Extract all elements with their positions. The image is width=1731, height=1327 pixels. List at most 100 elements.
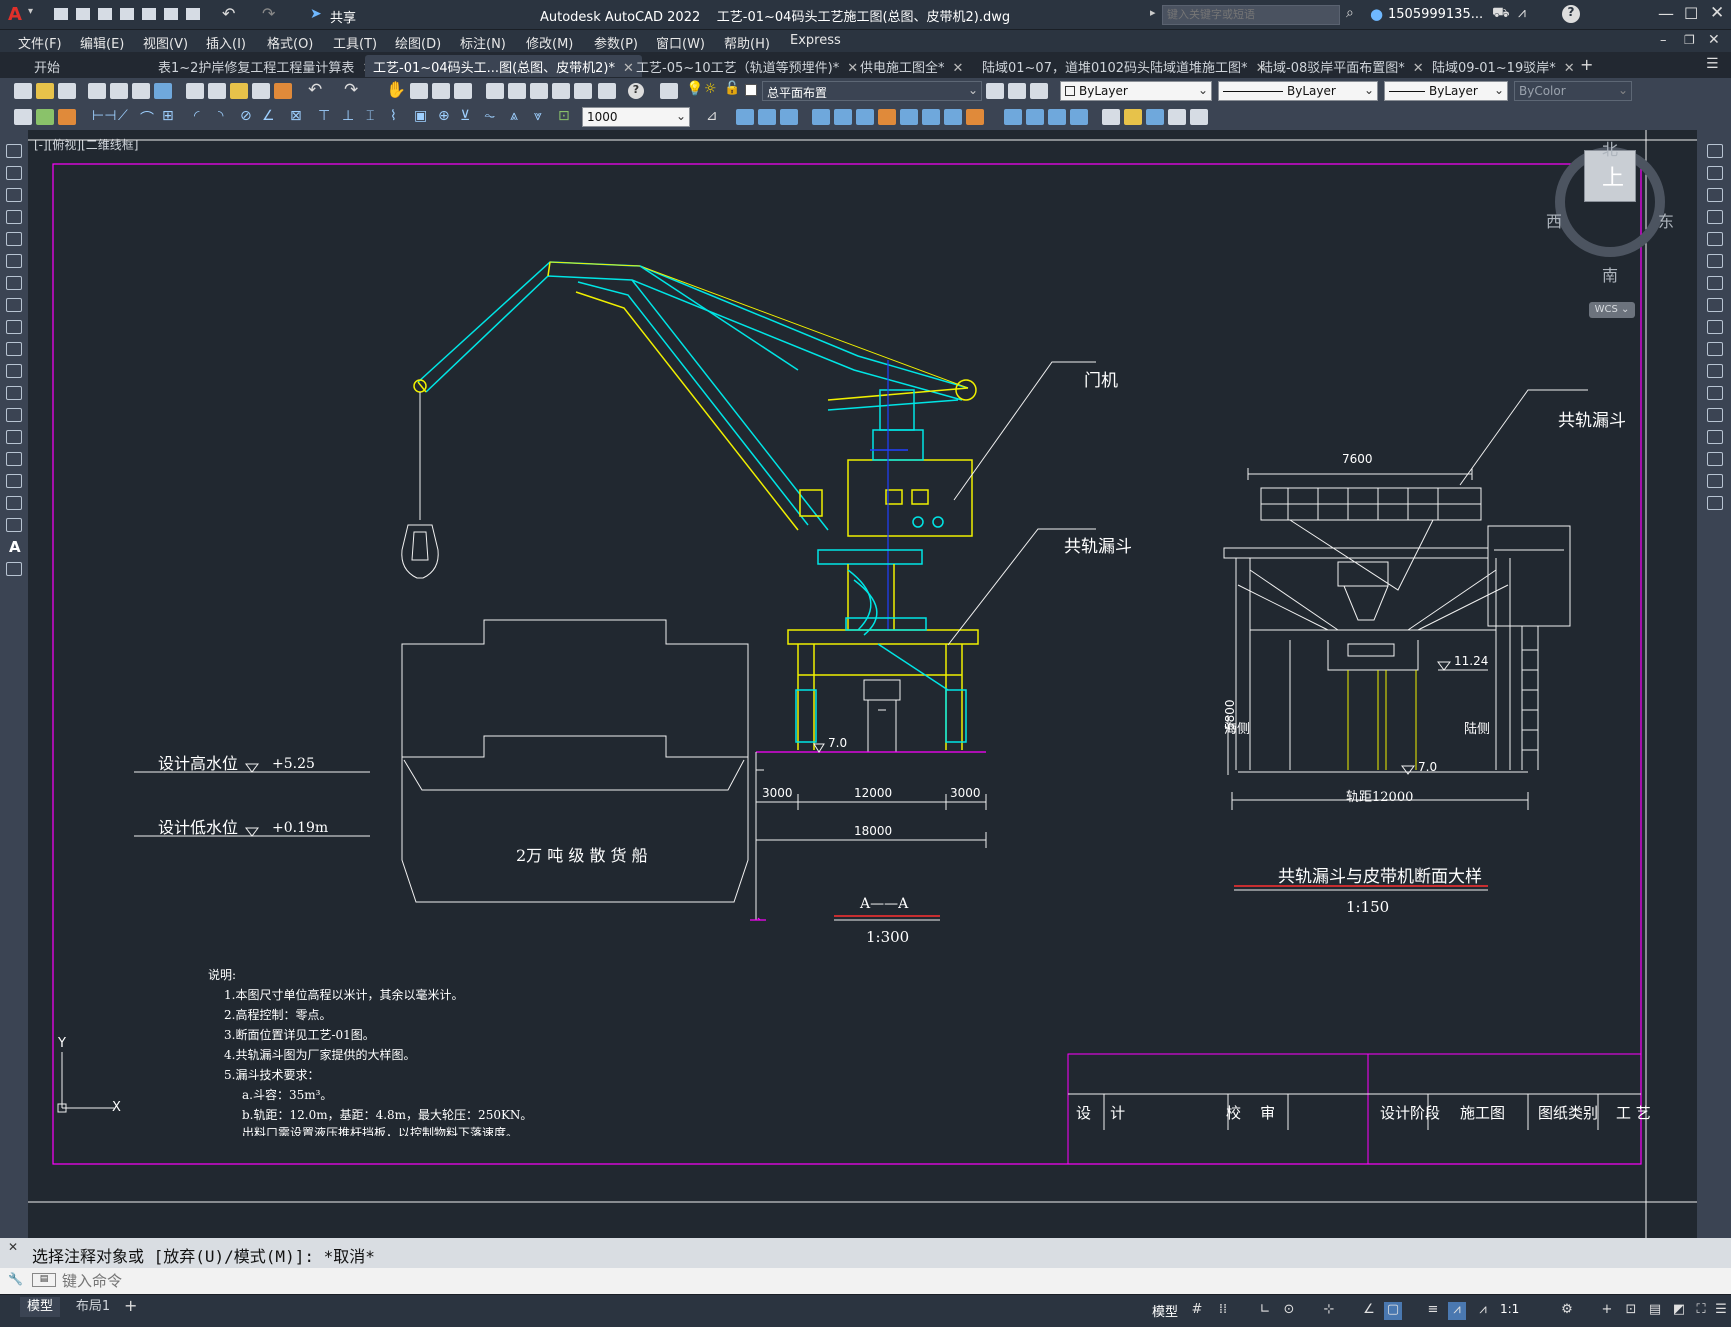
save-as-icon[interactable] <box>120 8 134 20</box>
blend-right-icon[interactable] <box>1707 474 1723 488</box>
command-input[interactable] <box>62 1271 1722 1291</box>
share-icon[interactable]: ➤ <box>310 6 322 22</box>
zoom-previous-icon[interactable] <box>454 83 472 99</box>
layer-unlock-icon[interactable]: 🔓 <box>724 81 740 96</box>
tab-list-icon[interactable]: ☰ <box>1706 56 1719 72</box>
layout-tab-1[interactable]: 布局1 <box>70 1297 116 1317</box>
menu-dimension[interactable]: 标注(N) <box>460 33 506 52</box>
region-icon[interactable] <box>6 496 22 510</box>
tab-close-icon[interactable]: ✕ <box>1564 61 1575 76</box>
menu-insert[interactable]: 插入(I) <box>206 33 246 52</box>
gradient-left-icon[interactable] <box>6 474 22 488</box>
polar-icon[interactable]: ⊙ <box>1280 1302 1298 1320</box>
menu-view[interactable]: 视图(V) <box>143 33 188 52</box>
sheet-set-icon[interactable] <box>552 83 570 99</box>
annotation-scale-status[interactable]: 1:1 <box>1500 1302 1519 1316</box>
user-name[interactable]: 1505999135... <box>1388 7 1483 22</box>
doc-close-icon[interactable]: ✕ <box>1708 32 1720 48</box>
3d-print-icon[interactable] <box>154 83 172 99</box>
design-center-icon[interactable] <box>508 83 526 99</box>
dim-radius-icon[interactable]: ◜ <box>194 108 199 124</box>
help-icon[interactable]: ? <box>1562 5 1580 23</box>
join-right-icon[interactable] <box>1707 408 1723 422</box>
menu-window[interactable]: 窗口(W) <box>656 33 705 52</box>
save-toolbar-icon[interactable] <box>58 83 76 99</box>
grid-icon[interactable]: # <box>1188 1302 1206 1320</box>
layout-tab-model[interactable]: 模型 <box>20 1297 60 1317</box>
lineweight-display-icon[interactable]: ≡ <box>1424 1302 1442 1320</box>
drawing-canvas[interactable]: [-][俯视][二维线框] 门机 共轨漏斗 共轨漏斗 2万 吨 级 散 货 船 … <box>28 130 1697 1238</box>
layer-previous-icon[interactable] <box>1008 83 1026 99</box>
gradient-icon[interactable] <box>1190 109 1208 125</box>
redo-icon[interactable]: ↷ <box>262 4 275 23</box>
tab-file-4[interactable]: 供电施工图全* ✕ <box>852 55 971 77</box>
tab-start[interactable]: 开始 <box>26 55 68 77</box>
trim-right-icon[interactable] <box>1707 342 1723 356</box>
menu-express[interactable]: Express <box>790 33 841 48</box>
jogged-linear-icon[interactable]: ⏦ <box>484 108 495 124</box>
fillet-right-icon[interactable] <box>1707 452 1723 466</box>
modify-offset-icon[interactable] <box>780 109 798 125</box>
add-selected-icon[interactable] <box>6 562 22 576</box>
tab-close-icon[interactable]: ✕ <box>1413 61 1424 76</box>
publish-toolbar-icon[interactable] <box>132 83 150 99</box>
modify-rotate-icon[interactable] <box>856 109 874 125</box>
menu-file[interactable]: 文件(F) <box>18 33 62 52</box>
plotstyle-dropdown[interactable]: ByColor ⌄ <box>1514 81 1632 101</box>
dim-break-icon[interactable]: ⌇ <box>390 108 397 124</box>
modify-mirror-icon[interactable] <box>758 109 776 125</box>
dim-baseline-icon[interactable]: ⊤ <box>318 108 330 124</box>
redo-toolbar-icon[interactable]: ↷ <box>344 80 358 100</box>
scale-right-icon[interactable] <box>1707 298 1723 312</box>
search-expand-icon[interactable]: ▸ <box>1150 6 1156 19</box>
cut-icon[interactable] <box>186 83 204 99</box>
open-icon[interactable] <box>36 83 54 99</box>
doc-restore-icon[interactable]: ❐ <box>1684 33 1695 47</box>
inspect-icon[interactable]: ⊻ <box>460 108 470 124</box>
layer-thaw-sun-icon[interactable]: ☼ <box>704 81 717 97</box>
save-icon[interactable] <box>98 8 112 20</box>
dim-update-icon[interactable]: ⊡ <box>558 108 570 124</box>
dim-edit-icon[interactable]: ⩓ <box>510 108 518 124</box>
viewcube-west[interactable]: 西 <box>1546 208 1562 232</box>
modify-scale-icon[interactable] <box>878 109 896 125</box>
zoom-window-icon[interactable] <box>432 83 450 99</box>
dim-angular-icon[interactable]: ∠ <box>262 108 275 124</box>
array-right-icon[interactable] <box>1707 232 1723 246</box>
layer-on-bulb-icon[interactable]: 💡 <box>686 81 703 97</box>
cart-icon[interactable]: ⛟ <box>1492 5 1510 23</box>
polygon-icon[interactable] <box>6 210 22 224</box>
dim-linear-icon[interactable]: ⊢⊣ <box>92 108 116 124</box>
layer-dropdown[interactable]: 总平面布置 ⌄ <box>762 81 982 101</box>
viewcube-north[interactable]: 北 <box>1602 136 1618 160</box>
isodraft-icon[interactable]: ⊹ <box>1320 1302 1338 1320</box>
hatch-icon[interactable] <box>1168 109 1186 125</box>
dim-aligned-icon[interactable]: ⟋ <box>118 108 128 124</box>
customize-status-icon[interactable]: ☰ <box>1712 1302 1730 1320</box>
modify-stretch-icon[interactable] <box>900 109 918 125</box>
dim-continue-icon[interactable]: ⊥ <box>342 108 354 124</box>
modify-copy-icon[interactable] <box>736 109 754 125</box>
units-icon[interactable]: ⊡ <box>1622 1302 1640 1320</box>
revision-cloud-icon[interactable] <box>6 298 22 312</box>
command-customize-icon[interactable]: 🔧 <box>8 1272 23 1286</box>
doc-minimize-icon[interactable]: – <box>1660 33 1667 48</box>
minimize-icon[interactable]: — <box>1658 4 1674 23</box>
plot-toolbar-icon[interactable] <box>88 83 106 99</box>
snap-icon[interactable]: ⁞⁞ <box>1214 1302 1232 1320</box>
dim-jogged-icon[interactable]: ◝ <box>218 108 223 124</box>
tab-file-3[interactable]: 工艺-05~10工艺（轨道等预埋件)* ✕ <box>628 55 866 77</box>
hatch-left-icon[interactable] <box>6 452 22 466</box>
menu-parametric[interactable]: 参数(P) <box>594 33 638 52</box>
help-toolbar-icon[interactable]: ? <box>628 83 644 99</box>
chamfer-right-icon[interactable] <box>1707 430 1723 444</box>
match-prop-icon[interactable] <box>252 83 270 99</box>
annotate-icon-1[interactable] <box>14 109 32 125</box>
make-current-icon[interactable] <box>986 83 1004 99</box>
menu-edit[interactable]: 编辑(E) <box>80 33 124 52</box>
line-icon[interactable] <box>6 144 22 158</box>
block-editor-icon[interactable] <box>274 83 292 99</box>
spline-icon[interactable] <box>6 320 22 334</box>
search-input[interactable] <box>1162 5 1340 25</box>
menu-format[interactable]: 格式(O) <box>267 33 313 52</box>
